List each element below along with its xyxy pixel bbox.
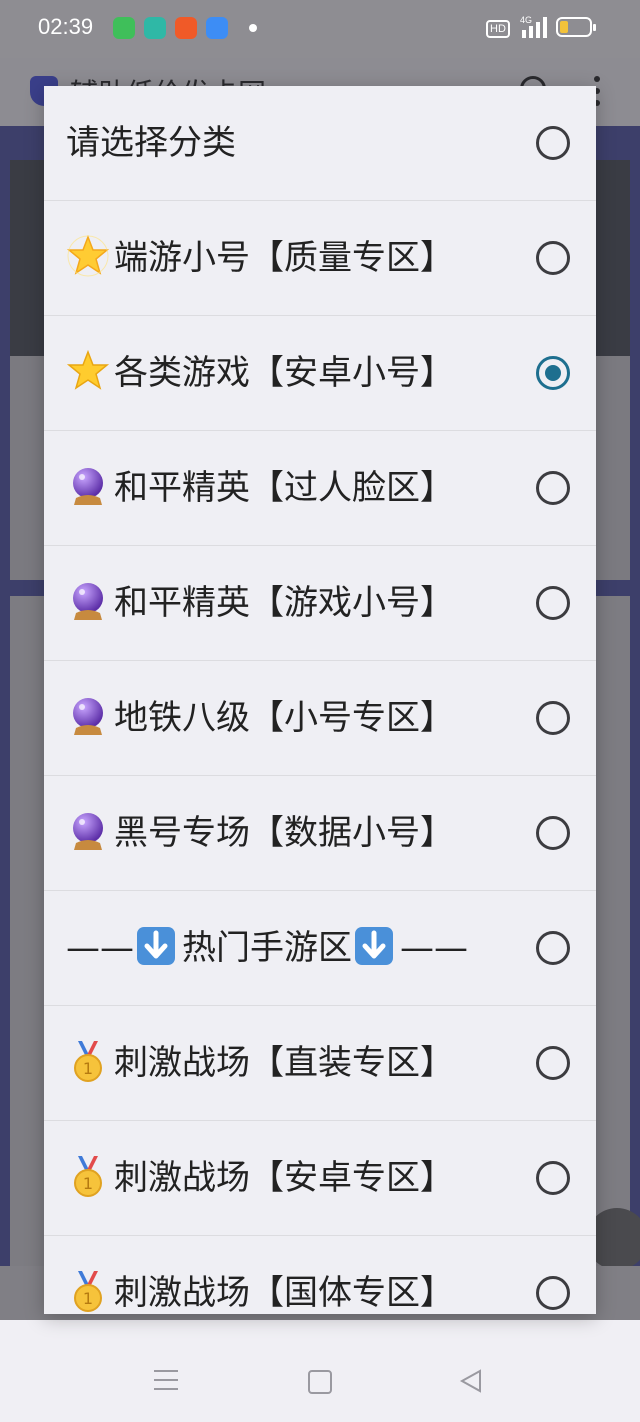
category-option-label: 端游小号【质量专区】: [66, 201, 454, 316]
category-select-dialog: 请选择分类端游小号【质量专区】 各类游戏【安卓小号】 和平精英【过人脸区】 和平精英【…: [44, 86, 596, 1314]
signal-icon: 4G: [520, 15, 547, 38]
svg-text:1: 1: [83, 1174, 93, 1193]
option-text: 各类游戏【安卓小号】: [114, 353, 454, 393]
status-bar: 02:39 HD 4G: [0, 0, 640, 58]
svg-text:1: 1: [83, 1289, 93, 1308]
network-type-label: 4G: [520, 15, 532, 25]
svg-text:1: 1: [83, 1059, 93, 1078]
down-arrow-icon: [355, 926, 393, 965]
notification-dot-icon: [249, 24, 257, 32]
hd-badge: HD: [486, 20, 510, 38]
medal-icon: 1: [74, 1155, 102, 1197]
radio-button[interactable]: [536, 1276, 570, 1310]
chat-bubble-icon: [144, 17, 166, 39]
wechat-icon: [113, 17, 135, 39]
category-option[interactable]: 端游小号【质量专区】: [44, 201, 596, 316]
category-option-label: 1 刺激战场【国体专区】: [66, 1236, 454, 1314]
option-text: 请选择分类: [66, 123, 236, 163]
category-option[interactable]: 请选择分类: [44, 86, 596, 201]
option-text: 刺激战场【国体专区】: [114, 1273, 454, 1313]
radio-button[interactable]: [536, 1161, 570, 1195]
down-arrow-icon: [137, 926, 175, 965]
option-prefix: ——: [66, 928, 134, 968]
category-option-label: —— 热门手游区 ——: [66, 891, 468, 1006]
category-option[interactable]: 各类游戏【安卓小号】: [44, 316, 596, 431]
category-option[interactable]: 1 刺激战场【直装专区】: [44, 1006, 596, 1121]
radio-button-checked[interactable]: [536, 356, 570, 390]
category-option-label: 和平精英【游戏小号】: [66, 546, 454, 661]
app-grid-icon: [175, 17, 197, 39]
option-text: 热门手游区: [182, 928, 352, 968]
category-option[interactable]: —— 热门手游区 ——: [44, 891, 596, 1006]
menu-icon[interactable]: [154, 1370, 178, 1397]
category-option-label: 1 刺激战场【直装专区】: [66, 1006, 454, 1121]
category-option[interactable]: 黑号专场【数据小号】: [44, 776, 596, 891]
battery-icon: [556, 17, 596, 37]
category-option-label: 地铁八级【小号专区】: [66, 661, 454, 776]
category-option-label: 各类游戏【安卓小号】: [66, 316, 454, 431]
system-nav-bar: [0, 1320, 640, 1422]
crystal-ball-icon: [73, 697, 103, 735]
option-text: 端游小号【质量专区】: [114, 238, 454, 278]
status-time: 02:39: [38, 14, 94, 39]
option-text: 刺激战场【直装专区】: [114, 1043, 454, 1083]
medal-icon: 1: [74, 1270, 102, 1312]
radio-button[interactable]: [536, 241, 570, 275]
star-icon: [66, 349, 110, 390]
category-option[interactable]: 和平精英【游戏小号】: [44, 546, 596, 661]
category-option[interactable]: 和平精英【过人脸区】: [44, 431, 596, 546]
option-text: 地铁八级【小号专区】: [114, 698, 454, 738]
radio-button[interactable]: [536, 1046, 570, 1080]
radio-button[interactable]: [536, 471, 570, 505]
radio-button[interactable]: [536, 126, 570, 160]
crystal-ball-icon: [73, 467, 103, 505]
category-option-label: 和平精英【过人脸区】: [66, 431, 454, 546]
browser-icon: [206, 17, 228, 39]
radio-button[interactable]: [536, 816, 570, 850]
back-icon[interactable]: [458, 1368, 484, 1394]
category-option-label: 请选择分类: [66, 86, 236, 201]
option-text: 黑号专场【数据小号】: [114, 813, 454, 853]
category-option[interactable]: 1 刺激战场【安卓专区】: [44, 1121, 596, 1236]
category-option[interactable]: 1 刺激战场【国体专区】: [44, 1236, 596, 1314]
crystal-ball-icon: [73, 582, 103, 620]
option-text: 和平精英【过人脸区】: [114, 468, 454, 508]
radio-button[interactable]: [536, 701, 570, 735]
category-option[interactable]: 地铁八级【小号专区】: [44, 661, 596, 776]
medal-icon: 1: [74, 1040, 102, 1082]
option-text: 刺激战场【安卓专区】: [114, 1158, 454, 1198]
radio-button[interactable]: [536, 586, 570, 620]
category-option-label: 1 刺激战场【安卓专区】: [66, 1121, 454, 1236]
radio-button[interactable]: [536, 931, 570, 965]
option-text: 和平精英【游戏小号】: [114, 583, 454, 623]
category-option-label: 黑号专场【数据小号】: [66, 776, 454, 891]
option-suffix: ——: [400, 928, 468, 968]
glowing-star-icon: [66, 234, 110, 276]
crystal-ball-icon: [73, 812, 103, 850]
home-icon[interactable]: [308, 1370, 332, 1394]
